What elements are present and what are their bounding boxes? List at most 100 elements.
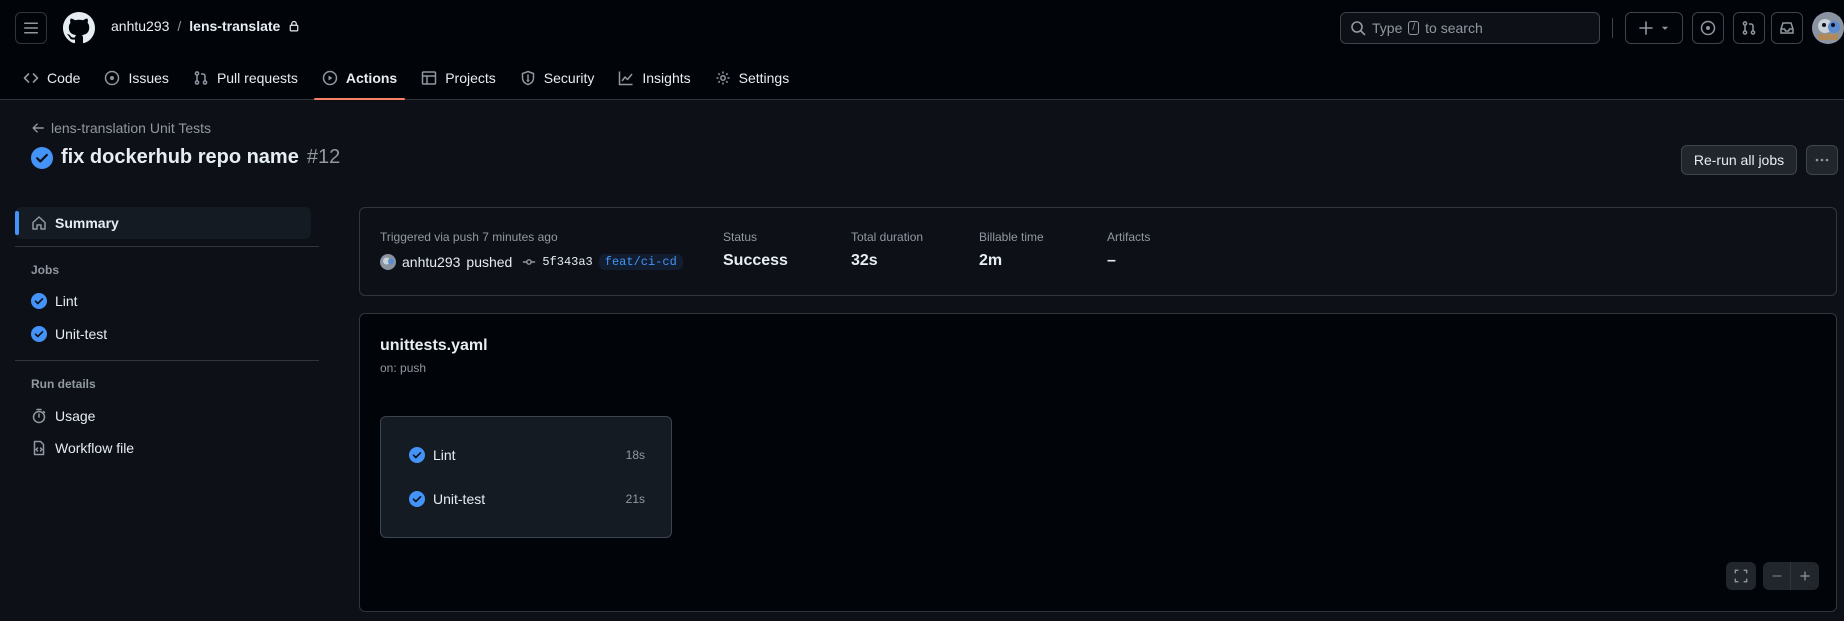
zoom-in-button[interactable] xyxy=(1791,562,1819,590)
job-unit-test[interactable]: Unit-test 21s xyxy=(409,491,645,507)
check-circle-fill-icon xyxy=(409,447,425,463)
run-summary-card: Triggered via push 7 minutes ago anhtu29… xyxy=(359,207,1837,296)
run-title: fix dockerhub repo name xyxy=(61,146,299,168)
tab-pull-requests-label: Pull requests xyxy=(216,70,298,86)
github-logo[interactable] xyxy=(63,12,95,44)
repo-breadcrumb: anhtu293 / lens-translate xyxy=(111,18,300,34)
header-divider xyxy=(1612,18,1613,38)
gear-icon xyxy=(716,71,730,85)
user-avatar[interactable] xyxy=(1812,12,1844,44)
hamburger-icon xyxy=(24,22,38,34)
fullscreen-button[interactable] xyxy=(1726,562,1756,590)
duration-label: Total duration xyxy=(851,230,924,244)
tab-pull-requests[interactable]: Pull requests xyxy=(185,56,306,100)
sidebar-summary-label: Summary xyxy=(55,215,119,231)
kebab-horizontal-icon xyxy=(1815,158,1829,162)
sidebar-workflow-file-label: Workflow file xyxy=(55,440,135,456)
lock-icon xyxy=(289,20,299,32)
graph-icon xyxy=(619,71,633,86)
rerun-all-jobs-button[interactable]: Re-run all jobs xyxy=(1681,145,1797,175)
billable-value[interactable]: 2m xyxy=(979,252,1002,270)
actor-avatar-icon xyxy=(380,254,396,270)
github-mark-icon xyxy=(63,12,95,44)
sidebar-run-details-heading: Run details xyxy=(31,377,96,391)
tab-projects[interactable]: Projects xyxy=(413,56,504,100)
tab-insights[interactable]: Insights xyxy=(610,56,698,100)
workflow-file-name: unittests.yaml xyxy=(380,337,488,354)
sidebar-divider xyxy=(15,360,319,361)
check-circle-fill-icon xyxy=(409,491,425,507)
minus-icon xyxy=(1772,575,1781,577)
more-options-button[interactable] xyxy=(1806,145,1838,175)
owner-link[interactable]: anhtu293 xyxy=(111,18,169,34)
artifacts-value: – xyxy=(1107,252,1116,269)
pull-requests-button[interactable] xyxy=(1733,12,1765,44)
job-duration: 21s xyxy=(625,492,645,506)
tab-security-label: Security xyxy=(543,70,595,86)
sidebar-usage-label: Usage xyxy=(55,408,96,424)
tab-code-label: Code xyxy=(47,70,81,86)
job-lint[interactable]: Lint 18s xyxy=(409,447,645,463)
search-placeholder-suffix: to search xyxy=(1425,20,1483,36)
zoom-out-button[interactable] xyxy=(1763,562,1791,590)
search-placeholder-prefix: Type xyxy=(1372,20,1403,36)
check-circle-fill-icon xyxy=(31,146,53,169)
search-input[interactable]: Type / to search xyxy=(1340,12,1600,44)
zoom-controls xyxy=(1763,562,1819,590)
tab-projects-label: Projects xyxy=(445,70,496,86)
plus-icon xyxy=(1639,21,1653,35)
workflow-graph-card: unittests.yaml on: push Lint 18s Unit-te… xyxy=(359,313,1837,612)
tab-security[interactable]: Security xyxy=(512,56,603,100)
back-link-label: lens-translation Unit Tests xyxy=(51,120,212,136)
git-commit-icon xyxy=(523,259,536,265)
sidebar-job-unit-test[interactable]: Unit-test xyxy=(31,326,107,342)
workflow-trigger: on: push xyxy=(380,361,427,375)
home-icon xyxy=(32,216,46,230)
inbox-button[interactable] xyxy=(1771,12,1803,44)
check-circle-fill-icon xyxy=(31,326,47,342)
back-to-workflow-link[interactable]: lens-translation Unit Tests xyxy=(31,120,211,136)
create-new-button[interactable] xyxy=(1625,12,1683,44)
menu-button[interactable] xyxy=(15,12,47,44)
sidebar-divider xyxy=(15,246,319,247)
sidebar-item-workflow-file[interactable]: Workflow file xyxy=(31,440,134,456)
code-icon xyxy=(23,73,39,83)
sidebar-jobs-heading: Jobs xyxy=(31,263,60,277)
sidebar-job-label: Lint xyxy=(55,293,78,309)
tab-actions[interactable]: Actions xyxy=(313,56,406,100)
job-group: Lint 18s Unit-test 21s xyxy=(380,416,672,538)
sidebar-job-lint[interactable]: Lint xyxy=(31,293,78,309)
check-circle-fill-icon xyxy=(31,293,47,309)
avatar-image-icon xyxy=(1812,12,1844,44)
tab-code[interactable]: Code xyxy=(15,56,88,100)
actor-name[interactable]: anhtu293 xyxy=(402,254,460,270)
arrow-left-icon xyxy=(32,123,44,133)
tab-actions-label: Actions xyxy=(345,70,398,86)
global-header: anhtu293 / lens-translate Type / to sear… xyxy=(0,0,1844,100)
status-label: Status xyxy=(723,230,758,244)
tab-settings[interactable]: Settings xyxy=(707,56,798,100)
file-code-icon xyxy=(33,440,45,456)
search-shortcut-key: / xyxy=(1408,21,1420,35)
triangle-down-icon xyxy=(1661,26,1669,30)
commit-sha[interactable]: 5f343a3 xyxy=(542,255,592,269)
git-pull-request-icon xyxy=(1742,21,1756,35)
repo-nav: Code Issues Pull requests Actions Projec… xyxy=(0,56,797,100)
sidebar-item-usage[interactable]: Usage xyxy=(31,408,95,424)
branch-label[interactable]: feat/ci-cd xyxy=(598,254,683,270)
stopwatch-icon xyxy=(32,408,46,424)
tab-issues[interactable]: Issues xyxy=(96,56,176,100)
repo-link[interactable]: lens-translate xyxy=(189,18,280,34)
trigger-text: Triggered via push 7 minutes ago xyxy=(380,230,558,244)
table-icon xyxy=(421,71,437,85)
breadcrumb-separator: / xyxy=(177,18,182,34)
tab-insights-label: Insights xyxy=(642,70,691,86)
play-icon xyxy=(322,70,338,86)
issues-button[interactable] xyxy=(1692,12,1724,44)
job-name: Lint xyxy=(433,447,456,463)
pull-request-icon xyxy=(194,71,208,85)
push-action: pushed xyxy=(466,254,513,270)
tab-settings-label: Settings xyxy=(738,70,790,86)
sidebar-job-label: Unit-test xyxy=(55,326,108,342)
sidebar-item-summary[interactable]: Summary xyxy=(15,207,311,239)
